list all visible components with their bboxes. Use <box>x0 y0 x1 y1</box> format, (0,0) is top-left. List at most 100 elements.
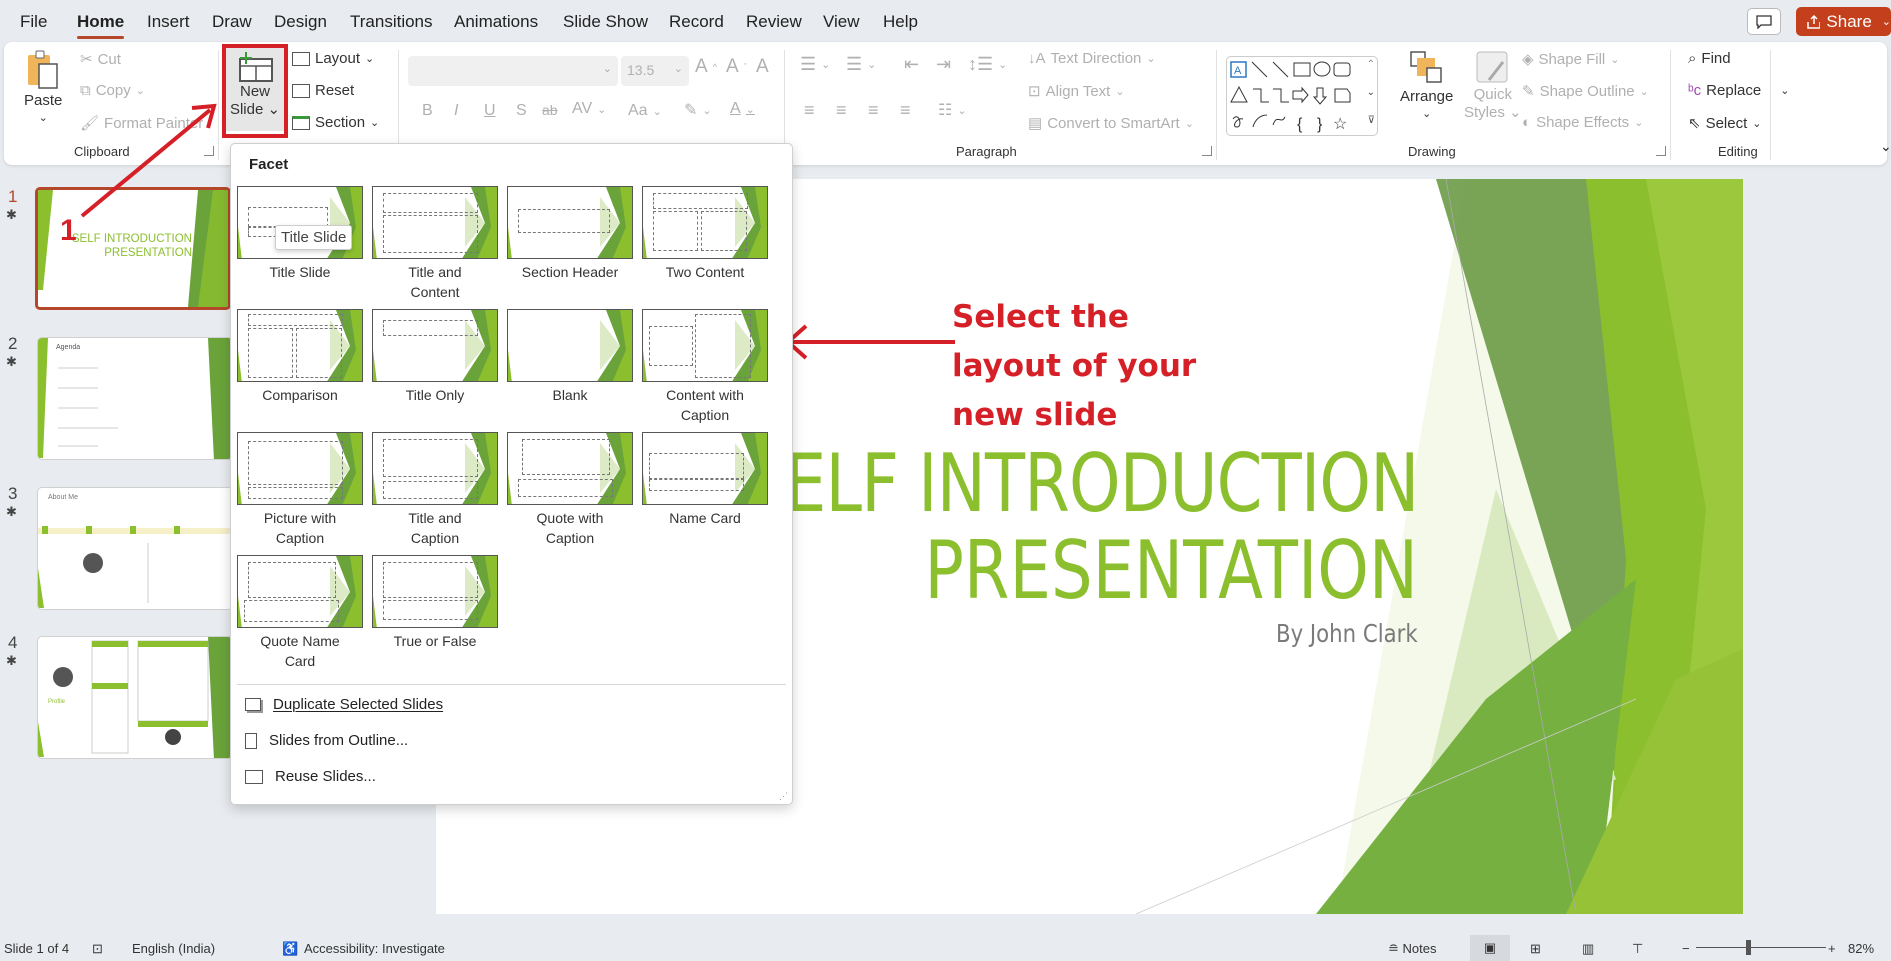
zoom-in-button[interactable]: + <box>1828 941 1836 956</box>
layout-option-title-and-caption[interactable]: Title and Caption <box>372 432 498 548</box>
layout-label: Comparison <box>237 385 363 405</box>
layout-label: Name Card <box>642 508 768 528</box>
slide-count-status: Slide 1 of 4 <box>4 941 69 956</box>
layout-label: Two Content <box>642 262 768 282</box>
language-status[interactable]: English (India) <box>132 941 215 956</box>
layout-label: Section Header <box>507 262 633 282</box>
placeholder-box <box>383 193 478 213</box>
layout-preview-graphic <box>508 310 633 382</box>
theme-name-header: Facet <box>249 156 288 173</box>
step-number-label: 1 <box>60 214 77 248</box>
instruction-annotation: Select the layout of your new slide <box>952 293 1196 440</box>
placeholder-box <box>653 211 698 251</box>
instruction-line: Select the <box>952 293 1196 342</box>
placeholder-box <box>248 441 343 485</box>
layout-option-true-or-false[interactable]: True or False <box>372 555 498 651</box>
slide-sorter-button[interactable]: ⊞ <box>1530 941 1541 957</box>
layout-option-blank[interactable]: Blank <box>507 309 633 405</box>
instruction-line: layout of your <box>952 342 1196 391</box>
notes-button[interactable]: ≘ Notes <box>1388 941 1437 957</box>
layout-preview <box>507 186 633 259</box>
reuse-slides-label: Reuse Slides... <box>275 768 376 785</box>
duplicate-icon <box>245 698 261 711</box>
layout-option-comparison[interactable]: Comparison <box>237 309 363 405</box>
layout-option-two-content[interactable]: Two Content <box>642 186 768 282</box>
layout-preview <box>372 432 498 505</box>
placeholder-box <box>653 193 748 209</box>
status-bar: Slide 1 of 4 ⊡ English (India) ♿ Accessi… <box>0 933 1891 961</box>
placeholder-box <box>248 562 336 598</box>
layout-label: Title and Content <box>372 262 498 302</box>
placeholder-box <box>695 314 751 378</box>
instruction-line: new slide <box>952 391 1196 440</box>
placeholder-box <box>296 328 342 378</box>
layout-option-name-card[interactable]: Name Card <box>642 432 768 528</box>
layout-preview <box>642 186 768 259</box>
accessibility-status[interactable]: Accessibility: Investigate <box>304 941 445 956</box>
placeholder-box <box>518 209 610 233</box>
placeholder-box <box>248 314 343 326</box>
reuse-slides-item[interactable]: Reuse Slides... <box>245 768 376 785</box>
placeholder-box <box>248 207 328 227</box>
layout-label: Title Slide <box>237 262 363 282</box>
layout-option-quote-name-card[interactable]: Quote Name Card <box>237 555 363 671</box>
layout-option-content-with-caption[interactable]: Content with Caption <box>642 309 768 425</box>
placeholder-box <box>248 487 343 499</box>
resize-grip-icon[interactable]: ⋰ <box>779 791 788 802</box>
duplicate-slides-item[interactable]: Duplicate Selected Slides <box>245 696 443 713</box>
layout-preview <box>507 432 633 505</box>
layout-preview <box>237 555 363 628</box>
placeholder-box <box>649 479 744 491</box>
zoom-level[interactable]: 82% <box>1848 941 1874 956</box>
divider <box>237 684 786 685</box>
zoom-slider-track[interactable] <box>1696 947 1826 948</box>
placeholder-box <box>518 479 613 497</box>
layout-label: Quote Name Card <box>237 631 363 671</box>
placeholder-box <box>383 562 478 598</box>
spell-check-icon[interactable]: ⊡ <box>92 941 103 957</box>
layout-option-quote-with-caption[interactable]: Quote with Caption <box>507 432 633 548</box>
layout-preview <box>372 555 498 628</box>
placeholder-box <box>383 481 478 499</box>
layout-preview <box>507 309 633 382</box>
layout-label: Title Only <box>372 385 498 405</box>
layout-label: True or False <box>372 631 498 651</box>
layout-label: Blank <box>507 385 633 405</box>
placeholder-box <box>383 600 478 620</box>
zoom-out-button[interactable]: − <box>1682 941 1690 956</box>
slides-from-outline-label: Slides from Outline... <box>269 732 408 749</box>
layout-preview <box>372 309 498 382</box>
placeholder-box <box>701 211 747 251</box>
reuse-slides-icon <box>245 770 263 784</box>
duplicate-slides-label: Duplicate Selected Slides <box>273 696 443 713</box>
layout-label: Title and Caption <box>372 508 498 548</box>
layout-option-title-only[interactable]: Title Only <box>372 309 498 405</box>
layout-label: Quote with Caption <box>507 508 633 548</box>
layout-label: Picture with Caption <box>237 508 363 548</box>
slides-from-outline-item[interactable]: Slides from Outline... <box>245 732 408 749</box>
placeholder-box <box>522 439 610 475</box>
arrow-to-new-slide <box>82 110 210 216</box>
layout-option-title-and-content[interactable]: Title and Content <box>372 186 498 302</box>
notes-label: Notes <box>1403 941 1437 956</box>
layout-dropdown-menu: Facet Title Slide Title and Content Sectio… <box>230 143 793 805</box>
layout-option-picture-with-caption[interactable]: Picture with Caption <box>237 432 363 548</box>
placeholder-box <box>649 453 744 479</box>
accessibility-icon: ♿ <box>282 941 298 957</box>
normal-view-button[interactable]: ▣ <box>1470 935 1510 961</box>
slide-show-button[interactable]: ⊤ <box>1632 941 1643 957</box>
outline-icon <box>245 733 257 749</box>
reading-view-button[interactable]: ▥ <box>1582 941 1594 957</box>
placeholder-box <box>383 215 478 253</box>
layout-preview <box>237 432 363 505</box>
layout-preview <box>642 432 768 505</box>
zoom-slider-thumb[interactable] <box>1746 940 1751 955</box>
layout-preview <box>642 309 768 382</box>
layout-option-section-header[interactable]: Section Header <box>507 186 633 282</box>
placeholder-box <box>383 320 478 336</box>
layout-label: Content with Caption <box>642 385 768 425</box>
placeholder-box <box>649 326 693 366</box>
placeholder-box <box>244 600 339 622</box>
layout-preview <box>237 309 363 382</box>
placeholder-box <box>383 439 478 477</box>
